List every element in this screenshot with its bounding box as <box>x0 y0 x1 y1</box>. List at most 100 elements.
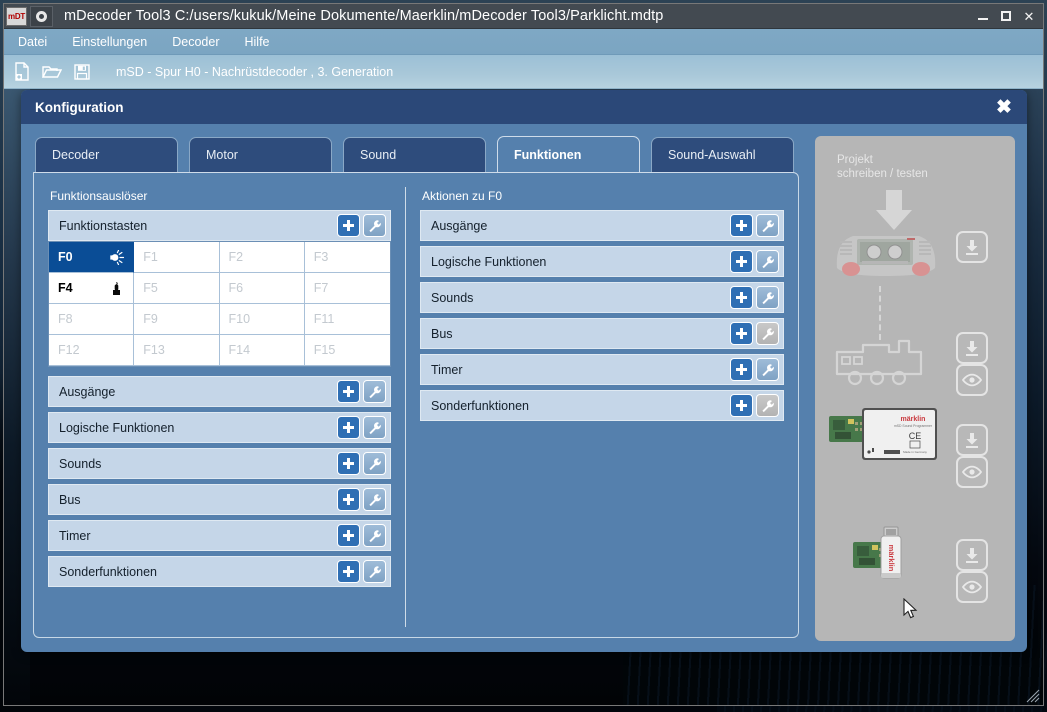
function-key-label: F6 <box>228 281 244 295</box>
write-to-locomotive-button[interactable] <box>956 332 988 364</box>
function-key-f4[interactable]: F4 <box>49 273 135 304</box>
wrench-icon[interactable] <box>363 488 386 511</box>
function-key-f1[interactable]: F1 <box>134 242 220 273</box>
open-folder-icon[interactable] <box>42 62 62 82</box>
add-icon[interactable] <box>337 380 360 403</box>
function-key-f8[interactable]: F8 <box>49 304 135 335</box>
function-key-f11[interactable]: F11 <box>304 304 390 335</box>
maximize-icon[interactable] <box>996 6 1016 26</box>
action-row-logische-funktionen[interactable]: Logische Funktionen <box>420 246 784 277</box>
trigger-row-timer[interactable]: Timer <box>48 520 391 551</box>
write-icon <box>966 341 978 356</box>
usb-programmer-stick-device-image: märklin <box>853 524 931 587</box>
menu-item-hilfe[interactable]: Hilfe <box>234 32 281 52</box>
svg-text:märklin: märklin <box>901 416 926 423</box>
function-key-label: F9 <box>143 312 158 326</box>
add-icon[interactable] <box>730 358 753 381</box>
add-icon[interactable] <box>730 394 753 417</box>
write-to-programmer-button[interactable] <box>956 424 988 456</box>
wrench-icon[interactable] <box>363 560 386 583</box>
row-label: Timer <box>59 528 91 543</box>
add-icon[interactable] <box>337 416 360 439</box>
wrench-icon[interactable] <box>363 214 386 237</box>
tab-sound-auswahl[interactable]: Sound-Auswahl <box>651 137 794 172</box>
konfiguration-close-button[interactable]: ✖ <box>993 96 1015 118</box>
action-row-sonderfunktionen[interactable]: Sonderfunktionen <box>420 390 784 421</box>
read-icon <box>962 580 982 594</box>
add-icon[interactable] <box>337 560 360 583</box>
trigger-row-bus[interactable]: Bus <box>48 484 391 515</box>
wrench-icon[interactable] <box>363 524 386 547</box>
funktionsausloeser-column: Funktionsauslöser Funktionstasten F0 F1 … <box>34 185 405 637</box>
action-row-bus[interactable]: Bus <box>420 318 784 349</box>
function-key-label: F12 <box>58 343 80 357</box>
wrench-icon[interactable] <box>363 452 386 475</box>
action-row-ausgaenge[interactable]: Ausgänge <box>420 210 784 241</box>
menu-item-decoder[interactable]: Decoder <box>161 32 230 52</box>
add-icon[interactable] <box>730 286 753 309</box>
add-icon[interactable] <box>337 488 360 511</box>
tab-label: Sound-Auswahl <box>668 148 756 162</box>
tab-decoder[interactable]: Decoder <box>35 137 178 172</box>
wrench-icon[interactable] <box>756 214 779 237</box>
function-key-f12[interactable]: F12 <box>49 335 135 366</box>
read-from-locomotive-button[interactable] <box>956 364 988 396</box>
write-to-usb-stick-button[interactable] <box>956 539 988 571</box>
wrench-icon[interactable] <box>756 358 779 381</box>
decoder-status-text: mSD - Spur H0 - Nachrüstdecoder , 3. Gen… <box>116 64 394 79</box>
read-from-programmer-button[interactable] <box>956 456 988 488</box>
function-key-f14[interactable]: F14 <box>219 335 305 366</box>
window-titlebar[interactable]: mDT mDecoder Tool3 C:/users/kukuk/Meine … <box>4 4 1043 29</box>
wrench-icon[interactable] <box>363 416 386 439</box>
row-label: Sounds <box>59 456 102 471</box>
svg-text:CE: CE <box>909 431 922 441</box>
wrench-icon[interactable] <box>363 380 386 403</box>
add-icon[interactable] <box>730 322 753 345</box>
add-icon[interactable] <box>730 214 753 237</box>
add-icon[interactable] <box>337 452 360 475</box>
close-icon[interactable]: ✕ <box>1019 6 1039 26</box>
read-from-usb-stick-button[interactable] <box>956 571 988 603</box>
function-key-label: F3 <box>313 250 329 264</box>
function-key-f5[interactable]: F5 <box>134 273 220 304</box>
tab-sound[interactable]: Sound <box>343 137 486 172</box>
function-key-f7[interactable]: F7 <box>304 273 390 304</box>
function-key-f3[interactable]: F3 <box>304 242 390 273</box>
trigger-row-sonderfunktionen[interactable]: Sonderfunktionen <box>48 556 391 587</box>
row-label: Ausgänge <box>59 384 116 399</box>
funktionsausloeser-label: Funktionsauslöser <box>50 189 148 203</box>
wrench-icon[interactable] <box>756 286 779 309</box>
tab-motor[interactable]: Motor <box>189 137 332 172</box>
function-key-f2[interactable]: F2 <box>219 242 305 273</box>
locomotive-device-image <box>833 336 928 391</box>
new-document-icon[interactable] <box>12 62 32 82</box>
menu-item-datei[interactable]: Datei <box>7 32 58 52</box>
function-key-f0[interactable]: F0 <box>49 242 135 273</box>
write-to-central-station-button[interactable] <box>956 231 988 263</box>
function-key-grid: F0 F1 F2 F3 F4 F5 F6 F7 F8 F9 F10 F11 F1… <box>48 241 391 367</box>
function-key-f13[interactable]: F13 <box>134 335 220 366</box>
action-row-sounds[interactable]: Sounds <box>420 282 784 313</box>
function-key-f9[interactable]: F9 <box>134 304 220 335</box>
action-row-timer[interactable]: Timer <box>420 354 784 385</box>
svg-text:Made in Germany: Made in Germany <box>903 450 927 454</box>
add-icon[interactable] <box>730 250 753 273</box>
function-key-f6[interactable]: F6 <box>219 273 305 304</box>
add-icon[interactable] <box>337 214 360 237</box>
function-key-label: F4 <box>58 281 73 295</box>
system-menu-icon[interactable] <box>30 5 53 27</box>
function-key-f10[interactable]: F10 <box>219 304 305 335</box>
save-disk-icon[interactable] <box>72 62 92 82</box>
wrench-icon[interactable] <box>756 250 779 273</box>
write-icon <box>966 548 978 563</box>
menu-item-einstellungen[interactable]: Einstellungen <box>61 32 158 52</box>
resize-grip[interactable] <box>1026 689 1040 703</box>
trigger-row-ausgaenge[interactable]: Ausgänge <box>48 376 391 407</box>
toolbar: mSD - Spur H0 - Nachrüstdecoder , 3. Gen… <box>4 55 1043 89</box>
tab-funktionen[interactable]: Funktionen <box>497 136 640 172</box>
function-key-f15[interactable]: F15 <box>304 335 390 366</box>
trigger-row-logische-funktionen[interactable]: Logische Funktionen <box>48 412 391 443</box>
minimize-icon[interactable] <box>973 6 993 26</box>
add-icon[interactable] <box>337 524 360 547</box>
trigger-row-sounds[interactable]: Sounds <box>48 448 391 479</box>
